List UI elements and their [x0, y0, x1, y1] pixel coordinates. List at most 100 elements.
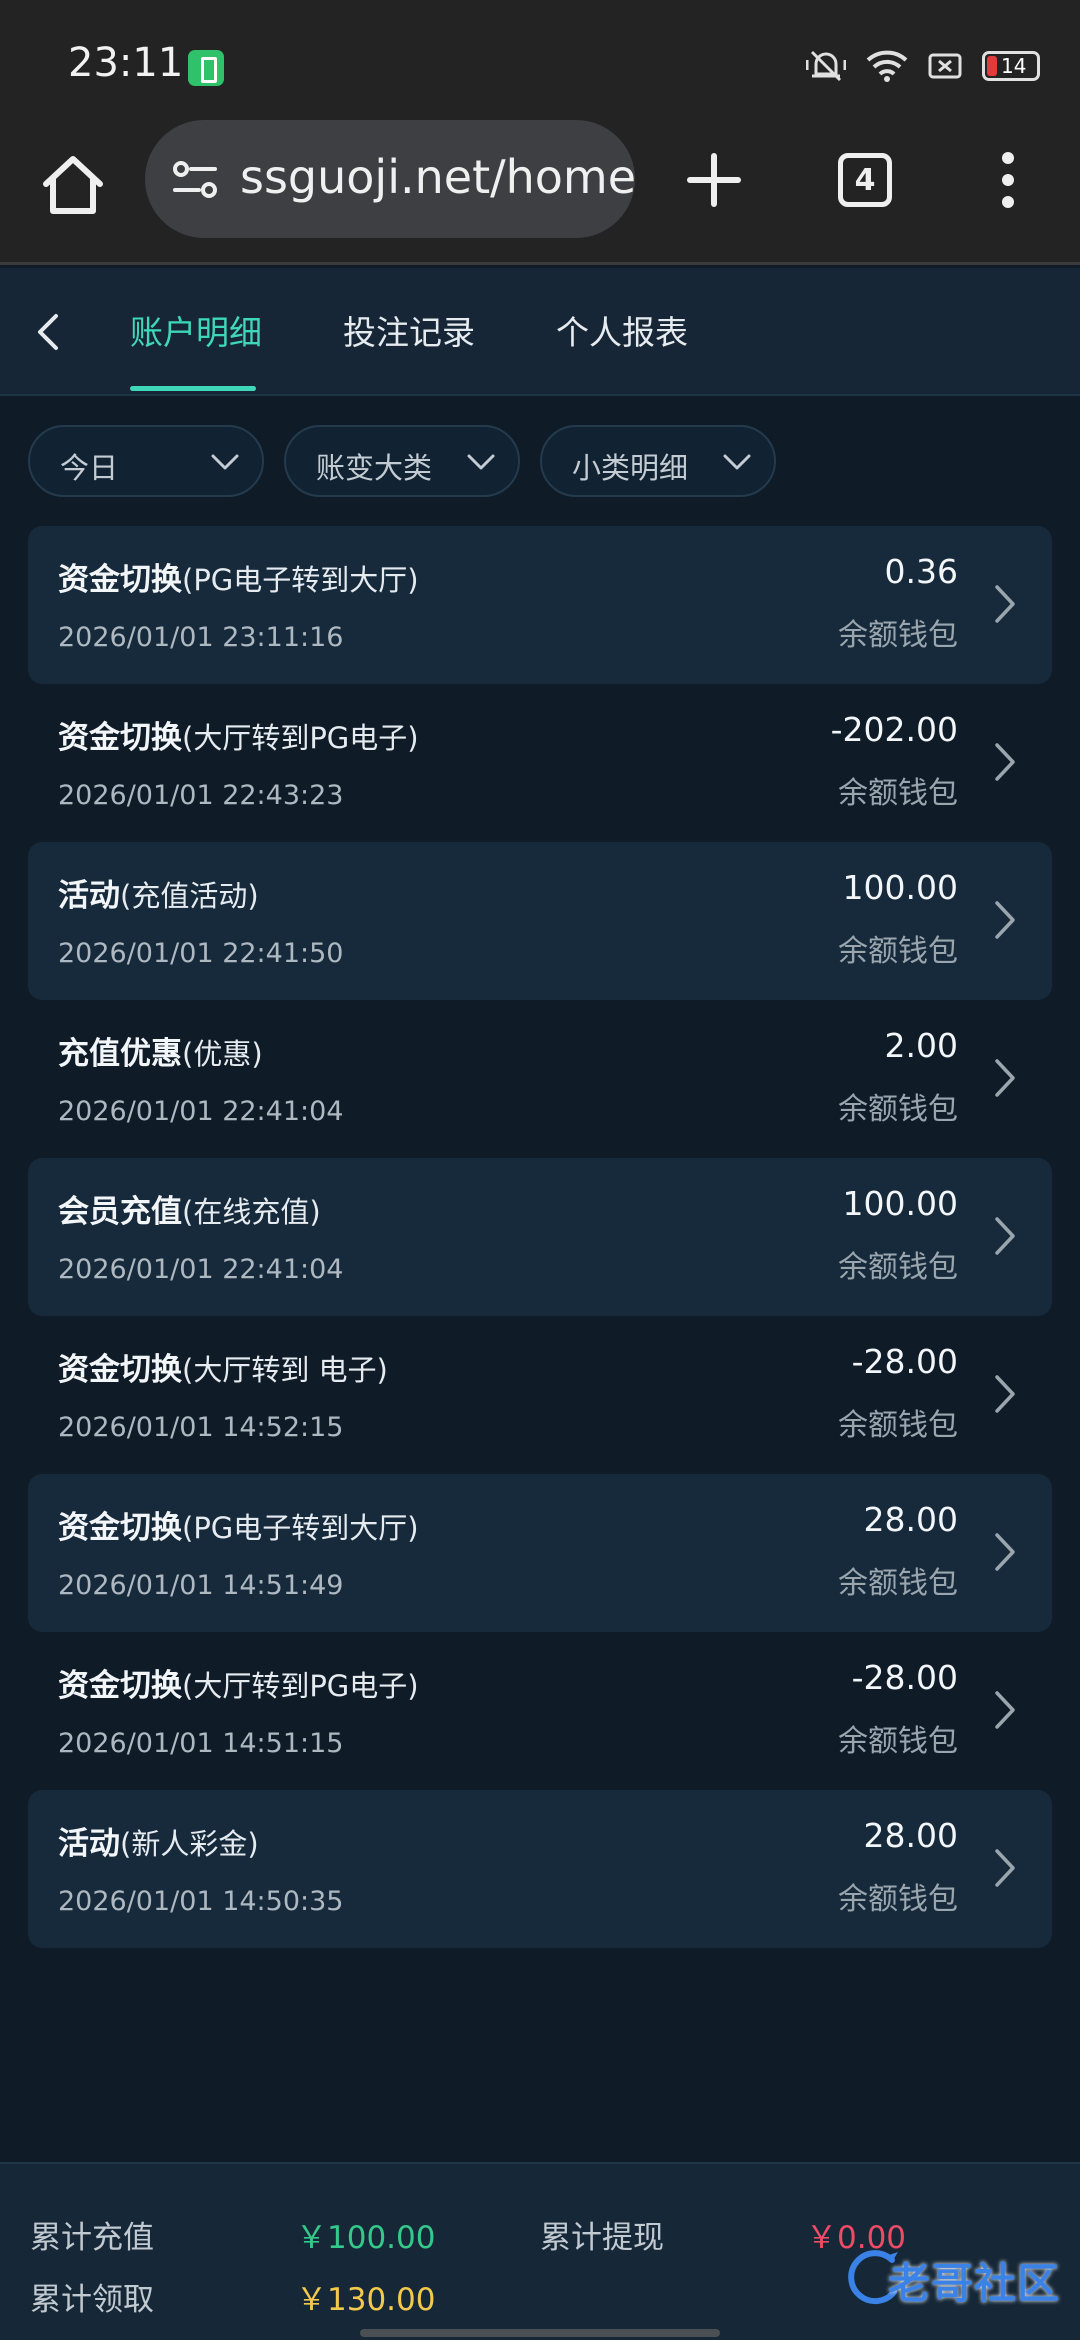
address-bar[interactable]: ssguoji.net/home	[145, 120, 635, 238]
transaction-row[interactable]: 充值优惠(优惠) 2026/01/01 22:41:04 2.00 余额钱包	[28, 1000, 1052, 1158]
transaction-amount: 28.00	[863, 1816, 958, 1855]
chevron-right-icon	[995, 1849, 1015, 1887]
transaction-amount: 2.00	[884, 1026, 958, 1065]
total-claim-value: ￥130.00	[296, 2282, 436, 2318]
transaction-type: 资金切换	[58, 562, 182, 598]
chevron-right-icon	[995, 1217, 1015, 1255]
chevron-right-icon	[995, 1059, 1015, 1097]
transaction-type: 资金切换	[58, 1510, 182, 1546]
subcategory-filter-dropdown[interactable]: 小类明细	[540, 425, 776, 497]
transaction-time: 2026/01/01 14:51:15	[58, 1728, 344, 1759]
transaction-wallet: 余额钱包	[838, 1566, 958, 1601]
transaction-amount: 28.00	[863, 1500, 958, 1539]
transaction-wallet: 余额钱包	[838, 618, 958, 653]
battery-icon: 14	[982, 51, 1040, 81]
home-icon[interactable]	[38, 150, 108, 220]
tab-account-details[interactable]: 账户明细	[130, 306, 262, 354]
tab-personal-report[interactable]: 个人报表	[556, 306, 688, 354]
url-text: ssguoji.net/home	[240, 150, 635, 204]
mute-vibrate-icon	[806, 50, 846, 82]
transaction-wallet: 余额钱包	[838, 1250, 958, 1285]
gesture-bar[interactable]	[360, 2329, 720, 2337]
site-settings-icon[interactable]	[171, 158, 221, 202]
transaction-row[interactable]: 资金切换(大厅转到PG电子) 2026/01/01 14:51:15 -28.0…	[28, 1632, 1052, 1790]
active-tab-indicator	[130, 386, 256, 391]
transaction-time: 2026/01/01 14:52:15	[58, 1412, 344, 1443]
transaction-subtype: (PG电子转到大厅)	[182, 563, 419, 597]
total-withdraw-label: 累计提现	[540, 2220, 664, 2256]
transaction-type: 资金切换	[58, 720, 182, 756]
transaction-amount: -28.00	[851, 1342, 958, 1381]
chevron-right-icon	[995, 1533, 1015, 1571]
transaction-type: 资金切换	[58, 1352, 182, 1388]
filter-bar: 今日 账变大类 小类明细	[28, 425, 776, 497]
browser-toolbar: ssguoji.net/home 4	[0, 120, 1080, 265]
transaction-time: 2026/01/01 22:41:50	[58, 938, 344, 969]
watermark-text: 老哥社区	[888, 2259, 1061, 2308]
transaction-row[interactable]: 资金切换(PG电子转到大厅) 2026/01/01 14:51:49 28.00…	[28, 1474, 1052, 1632]
category-filter-label: 账变大类	[316, 451, 433, 485]
wifi-icon	[866, 50, 908, 82]
transaction-amount: 100.00	[842, 868, 958, 907]
transaction-time: 2026/01/01 23:11:16	[58, 622, 344, 653]
chevron-down-icon	[211, 454, 239, 470]
transaction-amount: -28.00	[851, 1658, 958, 1697]
transaction-wallet: 余额钱包	[838, 1092, 958, 1127]
transaction-subtype: (大厅转到 电子)	[182, 1353, 388, 1387]
transaction-wallet: 余额钱包	[838, 934, 958, 969]
transaction-type: 活动	[58, 1826, 120, 1862]
transaction-type: 会员充值	[58, 1194, 182, 1230]
transaction-time: 2026/01/01 14:51:49	[58, 1570, 344, 1601]
no-sim-icon	[928, 53, 962, 79]
transaction-time: 2026/01/01 22:41:04	[58, 1096, 344, 1127]
transaction-row[interactable]: 活动(充值活动) 2026/01/01 22:41:50 100.00 余额钱包	[28, 842, 1052, 1000]
transaction-row[interactable]: 活动(新人彩金) 2026/01/01 14:50:35 28.00 余额钱包	[28, 1790, 1052, 1948]
tab-bet-records[interactable]: 投注记录	[343, 306, 475, 354]
chevron-right-icon	[995, 901, 1015, 939]
status-icons: 14	[806, 44, 1040, 88]
transaction-subtype: (充值活动)	[120, 879, 259, 913]
transaction-row[interactable]: 会员充值(在线充值) 2026/01/01 22:41:04 100.00 余额…	[28, 1158, 1052, 1316]
more-menu-icon[interactable]	[998, 150, 1018, 210]
transaction-subtype: (大厅转到PG电子)	[182, 1669, 419, 1703]
transaction-wallet: 余额钱包	[838, 1408, 958, 1443]
transaction-wallet: 余额钱包	[838, 776, 958, 811]
chevron-down-icon	[723, 454, 751, 470]
transaction-row[interactable]: 资金切换(大厅转到 电子) 2026/01/01 14:52:15 -28.00…	[28, 1316, 1052, 1474]
transaction-time: 2026/01/01 14:50:35	[58, 1886, 344, 1917]
chevron-right-icon	[995, 1375, 1015, 1413]
transaction-amount: -202.00	[830, 710, 958, 749]
watermark-logo: 老哥社区	[842, 2244, 1072, 2314]
total-recharge-value: ￥100.00	[296, 2220, 436, 2256]
transaction-type: 充值优惠	[58, 1036, 182, 1072]
date-filter-label: 今日	[60, 451, 119, 485]
transaction-amount: 100.00	[842, 1184, 958, 1223]
transaction-subtype: (优惠)	[182, 1037, 263, 1071]
total-recharge-label: 累计充值	[30, 2220, 154, 2256]
transaction-time: 2026/01/01 22:43:23	[58, 780, 344, 811]
transaction-type: 活动	[58, 878, 120, 914]
transaction-list: 资金切换(PG电子转到大厅) 2026/01/01 23:11:16 0.36 …	[28, 526, 1052, 1948]
status-time: 23:11	[68, 40, 184, 86]
transaction-subtype: (大厅转到PG电子)	[182, 721, 419, 755]
transaction-row[interactable]: 资金切换(大厅转到PG电子) 2026/01/01 22:43:23 -202.…	[28, 684, 1052, 842]
tab-switcher-button[interactable]: 4	[838, 153, 892, 207]
total-claim-label: 累计领取	[30, 2282, 154, 2318]
date-filter-dropdown[interactable]: 今日	[28, 425, 264, 497]
battery-saver-icon	[188, 50, 224, 86]
page-nav: 账户明细 投注记录 个人报表	[0, 268, 1080, 396]
transaction-row[interactable]: 资金切换(PG电子转到大厅) 2026/01/01 23:11:16 0.36 …	[28, 526, 1052, 684]
category-filter-dropdown[interactable]: 账变大类	[284, 425, 520, 497]
transaction-wallet: 余额钱包	[838, 1882, 958, 1917]
transaction-subtype: (在线充值)	[182, 1195, 321, 1229]
transaction-wallet: 余额钱包	[838, 1724, 958, 1759]
new-tab-icon[interactable]	[682, 148, 746, 212]
chevron-right-icon	[995, 1691, 1015, 1729]
back-arrow-icon[interactable]	[30, 308, 66, 356]
status-bar: 23:11 14	[0, 0, 1080, 120]
transaction-type: 资金切换	[58, 1668, 182, 1704]
transaction-amount: 0.36	[884, 552, 958, 591]
chevron-right-icon	[995, 743, 1015, 781]
transaction-subtype: (PG电子转到大厅)	[182, 1511, 419, 1545]
subcategory-filter-label: 小类明细	[572, 451, 689, 485]
